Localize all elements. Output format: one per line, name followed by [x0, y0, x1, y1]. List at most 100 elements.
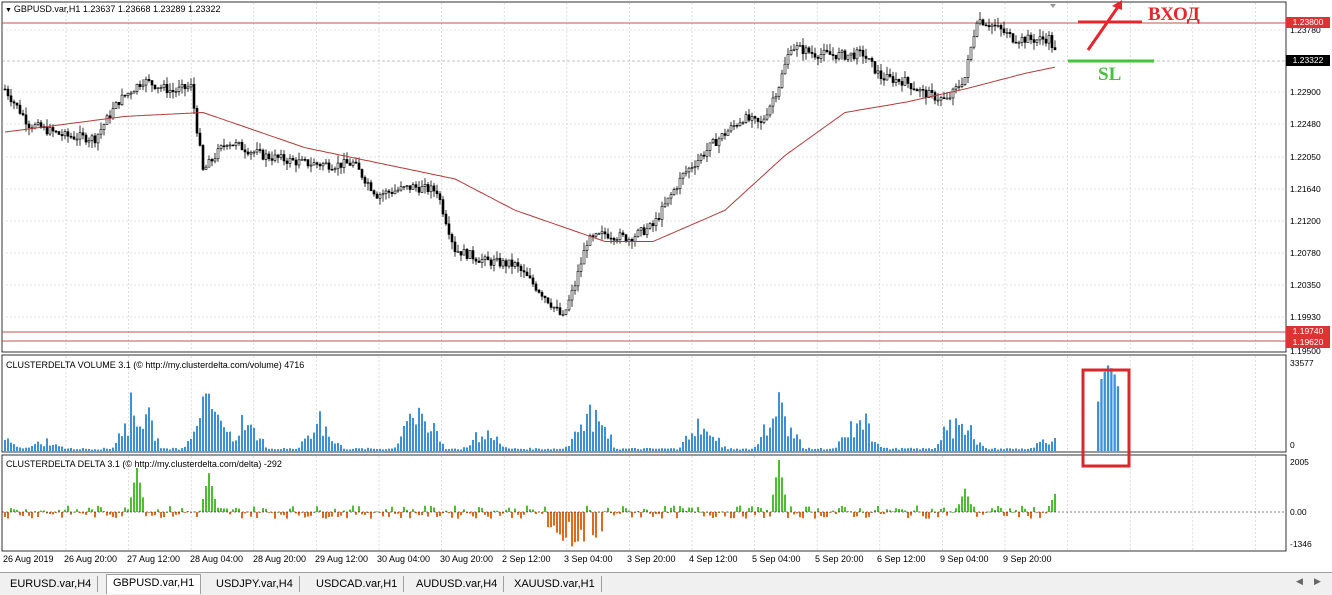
volume-bar — [862, 429, 864, 451]
delta-bar — [487, 512, 489, 517]
volume-bar — [718, 437, 720, 451]
candle-body — [624, 234, 628, 242]
delta-bar — [922, 512, 924, 517]
volume-bar — [277, 449, 279, 451]
tab-eurusd[interactable]: EURUSD.var,H4 — [4, 576, 99, 592]
candle-body — [540, 292, 544, 297]
candle-body — [63, 131, 67, 137]
candle-body — [36, 122, 40, 125]
delta-bar — [682, 508, 684, 512]
candle-body — [312, 162, 316, 166]
candle-body — [156, 87, 160, 90]
delta-bar — [178, 512, 180, 515]
volume-bar — [175, 448, 177, 451]
scroll-left-icon[interactable]: ◀ — [1296, 576, 1303, 587]
delta-bar — [586, 505, 588, 512]
volume-bar — [115, 442, 117, 451]
candle-body — [1008, 32, 1012, 35]
volume-bar — [334, 443, 336, 451]
delta-bar — [676, 512, 678, 519]
tab-usdcad[interactable]: USDCAD.var,H1 — [310, 576, 405, 592]
delta-bar — [460, 512, 462, 516]
chart-canvas[interactable] — [0, 0, 1332, 572]
volume-bar — [502, 446, 504, 451]
volume-bar — [637, 448, 639, 451]
delta-bar — [424, 505, 426, 512]
candle-body — [969, 46, 973, 60]
volume-bar — [37, 441, 39, 451]
volume-bar — [547, 448, 549, 451]
delta-bar — [235, 507, 237, 512]
delta-bar — [163, 512, 165, 518]
candle-body — [645, 227, 649, 235]
tab-audusd[interactable]: AUDUSD.var,H4 — [410, 576, 505, 592]
volume-bar — [577, 432, 579, 451]
trading-chart-window[interactable]: ▼ GBPUSD.var,H1 1.23637 1.23668 1.23289 … — [0, 0, 1332, 595]
candle-body — [21, 113, 25, 116]
delta-bar — [835, 512, 837, 515]
delta-bar — [124, 507, 126, 512]
candle-body — [783, 63, 787, 75]
volume-bar — [988, 449, 990, 451]
candle-body — [462, 249, 466, 256]
volume-bar — [562, 448, 564, 451]
candle-body — [126, 92, 130, 97]
volume-bar — [613, 447, 615, 451]
lower-level-tag-1: 1.19740 — [1286, 326, 1330, 337]
time-label: 28 Aug 20:00 — [253, 554, 307, 564]
candle-body — [633, 236, 637, 242]
delta-bar — [565, 512, 567, 538]
volume-bar — [844, 437, 846, 451]
scroll-right-icon[interactable]: ▶ — [1314, 576, 1321, 587]
candle-body — [618, 232, 622, 240]
delta-bar — [553, 512, 555, 526]
candle-body — [192, 84, 196, 109]
candle-body — [423, 184, 427, 187]
candle-body — [996, 25, 1000, 27]
candle-body — [561, 314, 565, 316]
delta-bar — [799, 512, 801, 518]
candle-body — [207, 159, 211, 168]
volume-bar — [1003, 449, 1005, 451]
tab-gbpusd[interactable]: GBPUSD.var,H1 — [106, 574, 202, 594]
volume-bar — [790, 427, 792, 451]
volume-bar — [859, 420, 861, 451]
volume-bar — [337, 442, 339, 451]
volume-bar — [994, 447, 996, 451]
delta-bar — [352, 505, 354, 512]
candle-body — [243, 149, 247, 153]
delta-bar — [604, 511, 606, 512]
tab-usdjpy[interactable]: USDJPY.var,H4 — [210, 576, 300, 592]
volume-bar — [259, 438, 261, 451]
candle-body — [414, 184, 418, 188]
candle-body — [717, 138, 721, 147]
candle-body — [939, 97, 943, 101]
triangle-down-icon[interactable]: ▼ — [5, 7, 14, 14]
volume-bar — [1048, 444, 1050, 451]
candle-body — [687, 167, 691, 173]
candle-body — [1029, 34, 1033, 40]
candle-body — [591, 235, 595, 237]
delta-bar — [859, 508, 861, 512]
volume-bar — [97, 449, 99, 451]
time-label: 29 Aug 12:00 — [315, 554, 369, 564]
candle-body — [1011, 33, 1015, 43]
candle-body — [810, 51, 814, 54]
candle-body — [123, 94, 127, 97]
volume-bar — [190, 438, 192, 451]
candle-body — [858, 49, 862, 52]
candle-body — [309, 164, 313, 167]
delta-bar — [1009, 508, 1011, 512]
delta-bar — [595, 512, 597, 538]
candle-body — [246, 151, 250, 155]
delta-bar — [205, 486, 207, 512]
volume-bar — [1030, 448, 1032, 451]
candle-body — [348, 162, 352, 166]
delta-bar — [211, 486, 213, 512]
tab-xauusd[interactable]: XAUUSD.var,H1 — [508, 576, 602, 592]
delta-bar — [1030, 512, 1032, 519]
volume-bar — [1006, 448, 1008, 451]
candle-body — [381, 193, 385, 196]
candle-body — [555, 306, 559, 309]
volume-bar — [832, 448, 834, 451]
